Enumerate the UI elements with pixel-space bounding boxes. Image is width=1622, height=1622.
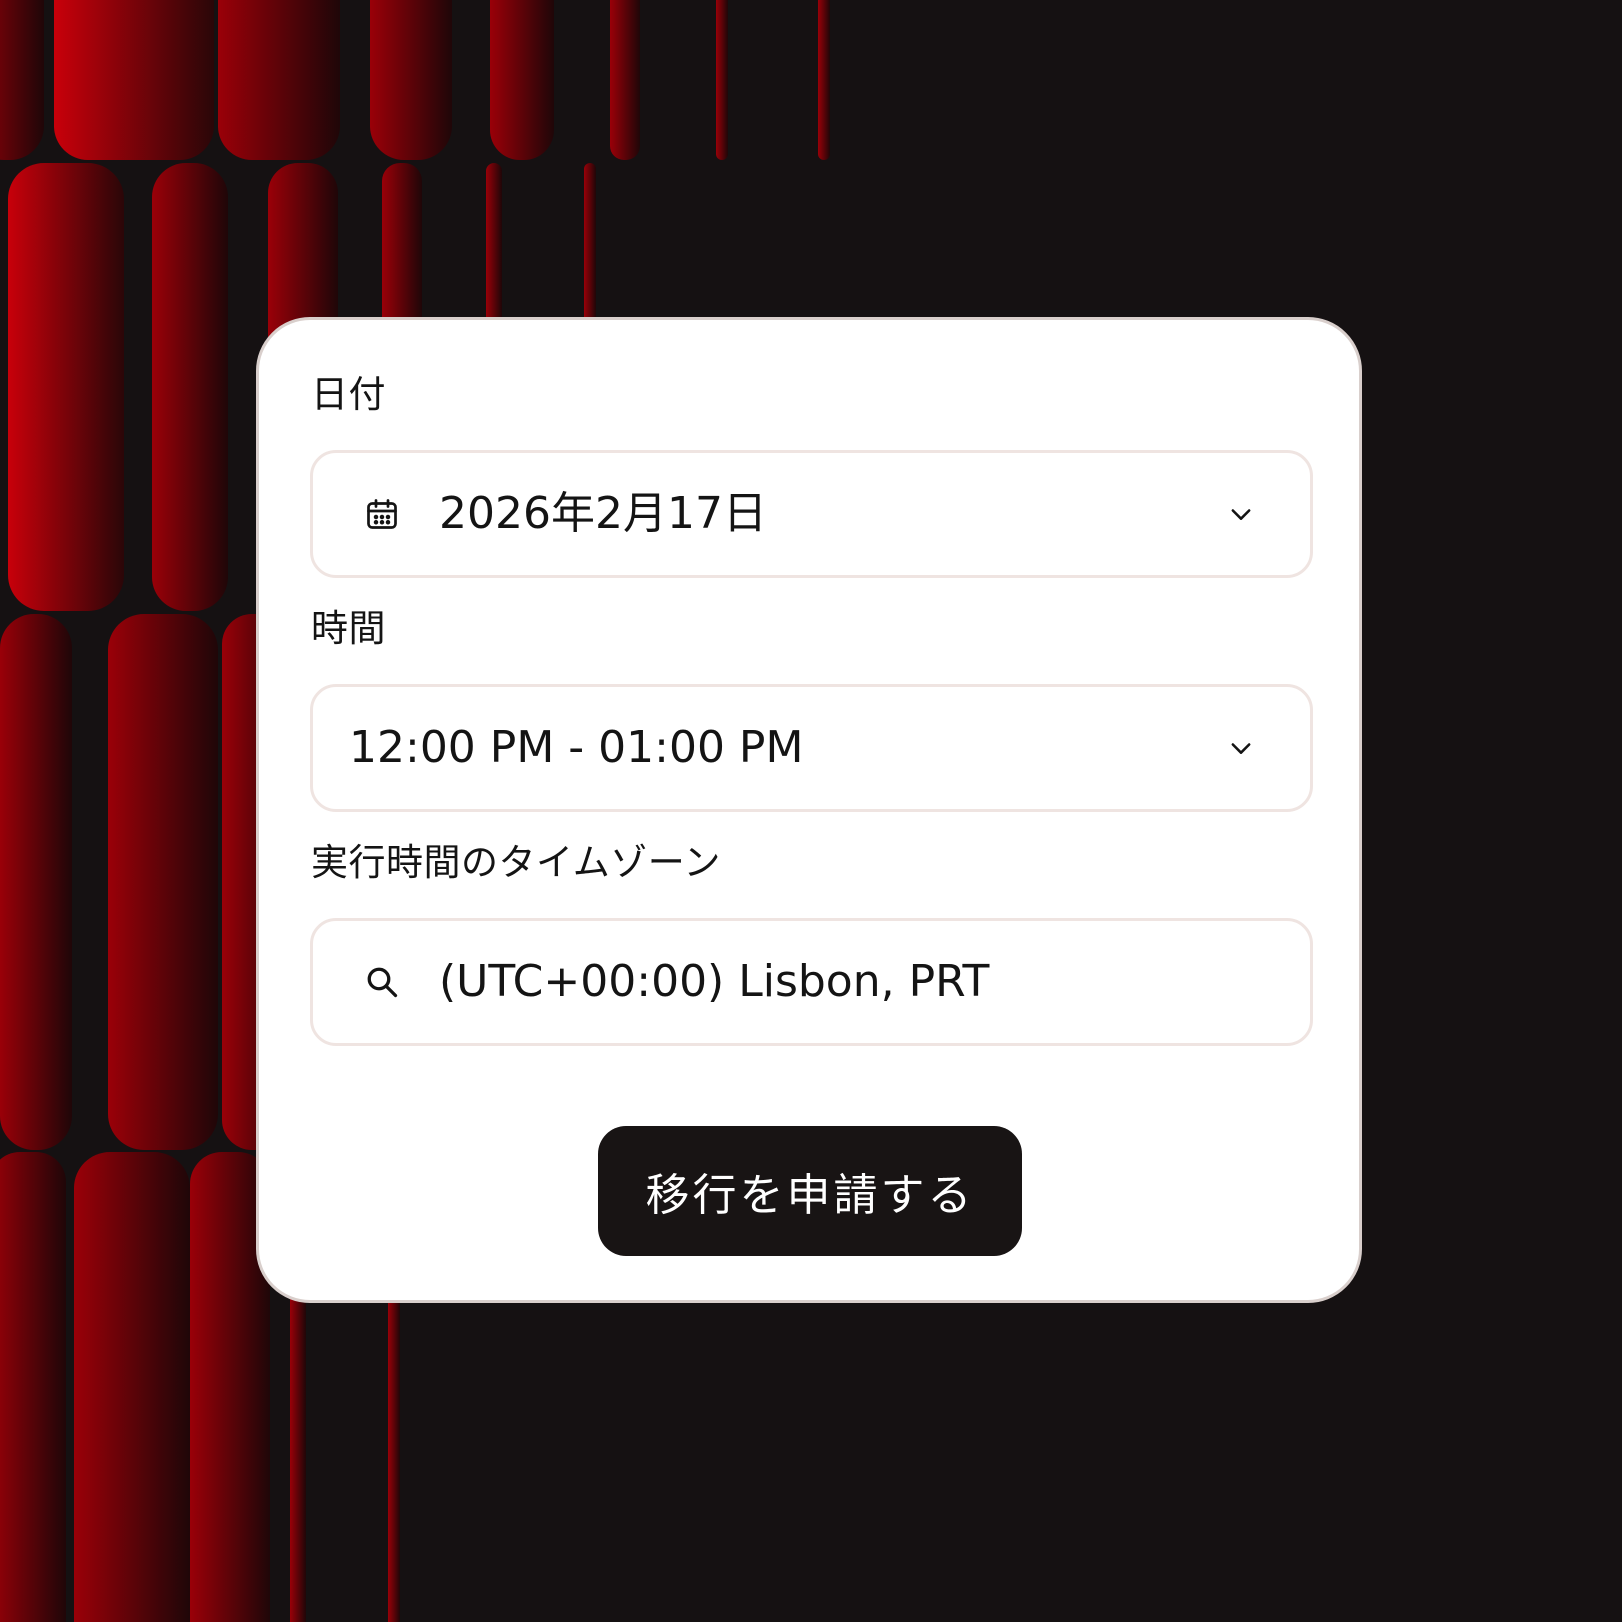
search-icon: [367, 967, 398, 998]
date-label: 日付: [311, 373, 386, 416]
timezone-label: 実行時間のタイムゾーン: [311, 841, 721, 884]
chevron-down-icon: [1231, 509, 1251, 520]
chevron-down-icon: [1231, 743, 1251, 754]
time-label: 時間: [311, 607, 386, 650]
request-migration-button[interactable]: 移行を申請する: [598, 1126, 1022, 1256]
migration-request-card: 日付 2026年2月17日 時間 12:00 PM - 01:00 PM 実行時…: [256, 317, 1362, 1303]
time-value: 12:00 PM - 01:00 PM: [349, 722, 804, 773]
timezone-value: (UTC+00:00) Lisbon, PRT: [439, 956, 990, 1007]
calendar-icon: [367, 499, 397, 529]
time-dropdown[interactable]: 12:00 PM - 01:00 PM: [310, 684, 1313, 812]
timezone-search-field[interactable]: (UTC+00:00) Lisbon, PRT: [310, 918, 1313, 1046]
date-value: 2026年2月17日: [439, 488, 767, 539]
date-dropdown[interactable]: 2026年2月17日: [310, 450, 1313, 578]
